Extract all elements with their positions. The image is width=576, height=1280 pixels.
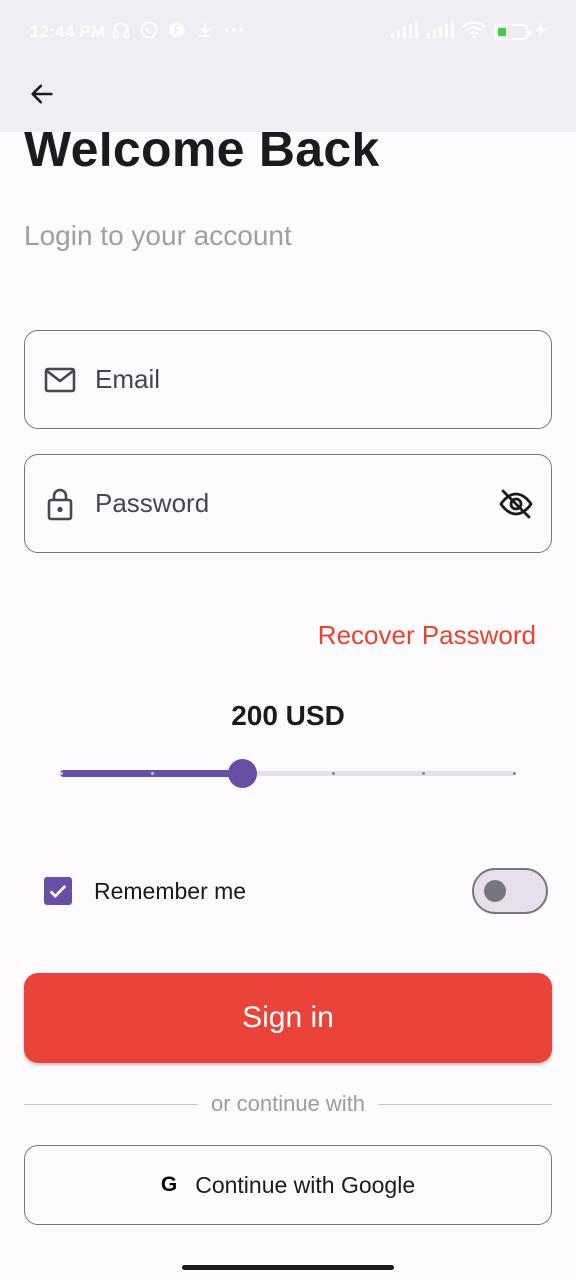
lock-icon (25, 487, 95, 521)
email-input[interactable] (95, 331, 551, 428)
email-field[interactable] (24, 330, 552, 429)
google-sign-in-button[interactable]: G Continue with Google (24, 1145, 552, 1225)
eye-off-icon[interactable] (481, 489, 551, 519)
status-notification-icons (111, 20, 245, 45)
remember-row: Remember me (44, 866, 548, 916)
status-system-icons (390, 21, 546, 43)
app-bar (0, 64, 576, 132)
slider-thumb[interactable] (228, 759, 258, 788)
google-button-label: Continue with Google (195, 1171, 416, 1198)
status-bar: 12:44 PM (0, 0, 576, 64)
headset-icon (111, 20, 131, 45)
divider: or continue with (24, 1088, 552, 1120)
divider-line-left (24, 1103, 198, 1105)
charging-icon (536, 22, 546, 42)
download-icon (195, 20, 215, 45)
app-icon (167, 20, 187, 45)
amount-label: 200 USD (231, 700, 345, 731)
password-input[interactable] (95, 455, 481, 552)
check-icon (49, 884, 67, 898)
status-time: 12:44 PM (30, 22, 106, 41)
arrow-back-icon (28, 80, 56, 113)
back-button[interactable] (22, 76, 62, 116)
page-title: Welcome Back (24, 132, 554, 192)
wifi-icon (462, 21, 486, 43)
password-field[interactable] (24, 454, 552, 553)
divider-line-right (378, 1103, 552, 1105)
page-subtitle: Login to your account (24, 220, 292, 251)
google-icon: G (160, 1173, 178, 1196)
slider-tick (331, 772, 335, 775)
more-dots-icon (223, 20, 245, 45)
signal-icon (426, 21, 454, 43)
mail-icon (25, 367, 95, 393)
recover-password-link[interactable]: Recover Password (318, 620, 536, 651)
battery-icon (494, 24, 531, 40)
slider-tick (150, 772, 154, 775)
whatsapp-icon (139, 20, 159, 45)
sign-in-button[interactable]: Sign in (24, 973, 552, 1063)
divider-text: or continue with (210, 1091, 366, 1116)
slider-tick (513, 772, 516, 775)
home-indicator (182, 1265, 394, 1270)
signal-icon (390, 21, 418, 43)
amount-slider[interactable] (60, 759, 516, 788)
remember-label: Remember me (94, 877, 247, 904)
remember-checkbox[interactable] (44, 877, 72, 905)
slider-tick (60, 772, 63, 775)
toggle-knob (484, 880, 506, 902)
remember-toggle[interactable] (472, 868, 548, 914)
page-title-text: Welcome Back (24, 132, 380, 177)
